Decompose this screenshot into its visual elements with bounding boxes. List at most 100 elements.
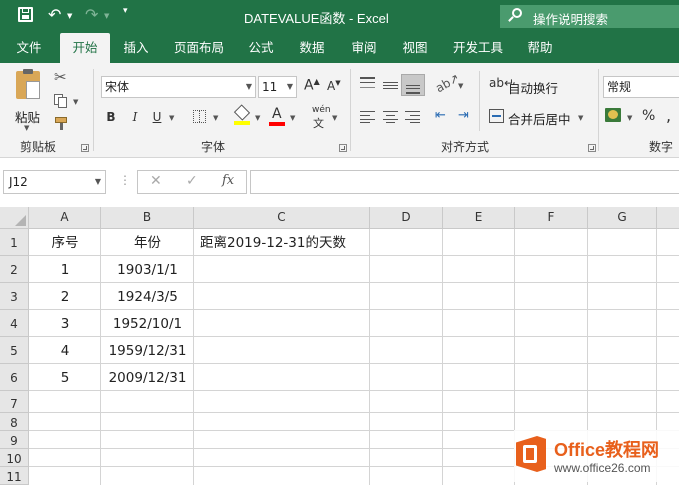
align-top-icon[interactable] [360, 77, 375, 88]
tab-page-layout[interactable]: 页面布局 [166, 33, 232, 63]
column-header-c[interactable]: C [194, 207, 370, 229]
align-center-icon[interactable] [383, 111, 398, 123]
bold-button[interactable]: B [104, 108, 118, 126]
column-header-g[interactable]: G [588, 207, 657, 229]
font-size-select[interactable]: 11 ▼ [258, 76, 297, 98]
cell-a2[interactable]: 1 [29, 256, 101, 283]
decrease-indent-icon[interactable]: ⇤ [435, 108, 446, 123]
merge-center-icon[interactable] [489, 109, 504, 123]
italic-button[interactable]: I [128, 108, 142, 126]
row-header-3[interactable]: 3 [0, 283, 29, 310]
decrease-font-icon[interactable]: A▼ [327, 79, 341, 93]
fill-color-icon[interactable] [233, 104, 251, 125]
row-header-6[interactable]: 6 [0, 364, 29, 391]
clipboard-launcher-icon[interactable] [81, 144, 89, 152]
merge-dropdown-icon[interactable]: ▼ [578, 114, 583, 122]
accounting-format-icon[interactable] [605, 108, 621, 122]
alignment-launcher-icon[interactable] [588, 144, 596, 152]
increase-indent-icon[interactable]: ⇥ [458, 108, 469, 123]
fill-color-dropdown-icon[interactable]: ▼ [255, 114, 260, 122]
cell-b3[interactable]: 1924/3/5 [101, 283, 194, 310]
row-header-10[interactable]: 10 [0, 449, 29, 467]
cell-a5[interactable]: 4 [29, 337, 101, 364]
name-box[interactable]: J12 ▼ [3, 170, 106, 194]
column-header-next[interactable] [657, 207, 679, 229]
cell-a1[interactable]: 序号 [29, 229, 101, 256]
cell-c1[interactable]: 距离2019-12-31的天数 [200, 229, 450, 256]
column-header-e[interactable]: E [443, 207, 515, 229]
font-name-select[interactable]: 宋体 ▼ [101, 76, 256, 98]
select-all-corner[interactable] [0, 207, 29, 229]
insert-function-icon[interactable]: fx [222, 173, 234, 188]
cell-a3[interactable]: 2 [29, 283, 101, 310]
phonetic-dropdown-icon[interactable]: ▼ [332, 114, 337, 122]
underline-dropdown-icon[interactable]: ▼ [169, 114, 174, 122]
row-header-9[interactable]: 9 [0, 431, 29, 449]
row-header-2[interactable]: 2 [0, 256, 29, 283]
cut-icon[interactable]: ✂ [54, 68, 67, 86]
row-header-7[interactable]: 7 [0, 391, 29, 413]
accounting-dropdown-icon[interactable]: ▼ [627, 114, 632, 122]
save-icon[interactable] [18, 7, 33, 22]
cell-b6[interactable]: 2009/12/31 [101, 364, 194, 391]
format-painter-icon[interactable] [55, 117, 69, 130]
row-header-11[interactable]: 11 [0, 467, 29, 485]
align-middle-icon[interactable] [383, 77, 398, 89]
tab-file[interactable]: 文件 [6, 33, 52, 63]
merge-center-button[interactable]: 合并后居中 [508, 109, 571, 128]
cell-b2[interactable]: 1903/1/1 [101, 256, 194, 283]
tab-home[interactable]: 开始 [60, 33, 110, 63]
paste-button[interactable]: 粘贴 ▼ [10, 69, 46, 133]
increase-font-icon[interactable]: A▲ [304, 77, 320, 94]
cancel-icon[interactable]: ✕ [150, 173, 162, 189]
formula-input[interactable] [250, 170, 679, 194]
undo-icon[interactable]: ↶ [48, 5, 61, 24]
number-format-select[interactable]: 常规 [603, 76, 679, 98]
cell-b1[interactable]: 年份 [101, 229, 194, 256]
align-right-icon[interactable] [405, 111, 420, 123]
font-color-icon[interactable]: A [269, 106, 285, 126]
tab-view[interactable]: 视图 [394, 33, 436, 63]
phonetic-icon[interactable]: wén [312, 105, 331, 115]
formula-bar-grip-icon[interactable]: ⋮ [119, 173, 131, 187]
cell-b4[interactable]: 1952/10/1 [101, 310, 194, 337]
underline-button[interactable]: U [150, 108, 164, 126]
row-header-1[interactable]: 1 [0, 229, 29, 256]
percent-button[interactable]: % [642, 108, 655, 124]
copy-dropdown-icon[interactable]: ▼ [73, 98, 78, 106]
font-color-dropdown-icon[interactable]: ▼ [290, 114, 295, 122]
copy-icon[interactable] [54, 94, 68, 108]
row-header-4[interactable]: 4 [0, 310, 29, 337]
tab-developer[interactable]: 开发工具 [446, 33, 510, 63]
wrap-text-button[interactable]: 自动换行 [508, 78, 558, 97]
borders-dropdown-icon[interactable]: ▼ [213, 114, 218, 122]
cell-b5[interactable]: 1959/12/31 [101, 337, 194, 364]
column-header-f[interactable]: F [515, 207, 588, 229]
search-box[interactable]: 操作说明搜索 [500, 5, 679, 28]
font-launcher-icon[interactable] [339, 144, 347, 152]
align-bottom-icon[interactable] [401, 74, 425, 96]
tab-formulas[interactable]: 公式 [240, 33, 282, 63]
cell-a4[interactable]: 3 [29, 310, 101, 337]
row-header-8[interactable]: 8 [0, 413, 29, 431]
tab-help[interactable]: 帮助 [518, 33, 562, 63]
chevron-down-icon[interactable]: ▼ [95, 171, 101, 193]
orientation-dropdown-icon[interactable]: ▼ [458, 82, 463, 90]
redo-icon[interactable]: ↷ [85, 5, 98, 24]
borders-icon[interactable] [193, 110, 206, 123]
clipboard-group-label: 剪贴板 [20, 140, 57, 154]
align-left-icon[interactable] [360, 111, 375, 123]
enter-icon[interactable]: ✓ [186, 173, 198, 189]
tab-data[interactable]: 数据 [291, 33, 333, 63]
column-header-a[interactable]: A [29, 207, 101, 229]
tab-insert[interactable]: 插入 [116, 33, 156, 63]
comma-style-icon[interactable]: , [666, 106, 671, 125]
tab-review[interactable]: 审阅 [343, 33, 385, 63]
cell-a6[interactable]: 5 [29, 364, 101, 391]
undo-dropdown-icon[interactable]: ▼ [67, 12, 72, 20]
column-header-d[interactable]: D [370, 207, 443, 229]
column-header-b[interactable]: B [101, 207, 194, 229]
customize-qat-icon[interactable]: ▾ [123, 6, 128, 16]
row-header-5[interactable]: 5 [0, 337, 29, 364]
redo-dropdown-icon[interactable]: ▼ [104, 12, 109, 20]
